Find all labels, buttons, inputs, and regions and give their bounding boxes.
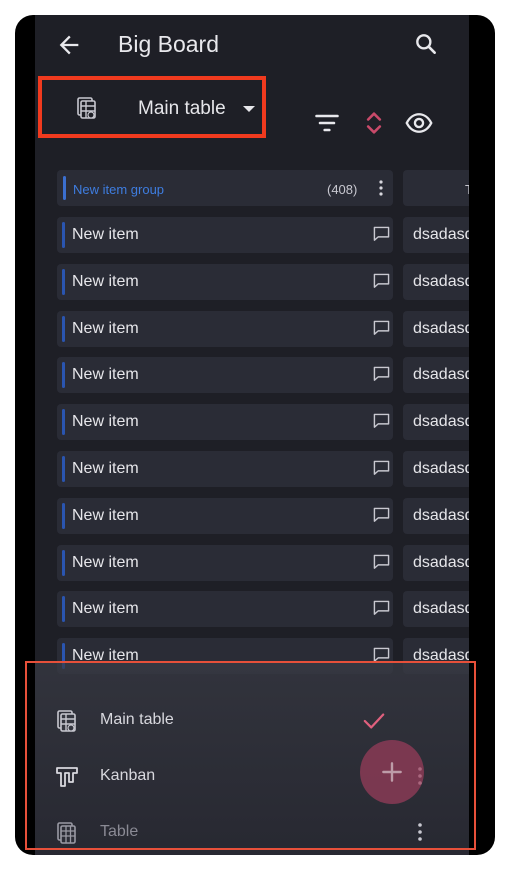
highlight-box-view-sheet xyxy=(25,661,476,850)
comment-icon[interactable] xyxy=(373,320,390,335)
comment-icon[interactable] xyxy=(373,507,390,522)
table-row[interactable]: New item xyxy=(57,217,393,253)
cell-text: dsadasd xyxy=(413,366,469,383)
group-color-bar xyxy=(62,316,65,342)
item-name: New item xyxy=(72,600,139,617)
cell-text: dsadasd xyxy=(413,413,469,430)
table-row[interactable]: New item xyxy=(57,545,393,581)
table-row[interactable]: New item xyxy=(57,451,393,487)
cell-text: dsadasd xyxy=(413,273,469,290)
cell-text: dsadasd xyxy=(413,554,469,571)
item-name: New item xyxy=(72,554,139,571)
sort-icon[interactable] xyxy=(360,109,388,137)
item-name: New item xyxy=(72,226,139,243)
filter-icon[interactable] xyxy=(313,109,341,137)
cell-text: dsadasd xyxy=(413,226,469,243)
back-arrow-icon[interactable] xyxy=(55,31,83,59)
column-header-label: T xyxy=(465,182,469,197)
comment-icon[interactable] xyxy=(373,460,390,475)
group-count: (408) xyxy=(327,182,358,197)
table-cell[interactable]: dsadasd xyxy=(403,545,469,581)
cell-text: dsadasd xyxy=(413,600,469,617)
group-color-bar xyxy=(63,176,66,200)
column-header[interactable]: T xyxy=(403,170,469,206)
table-cell[interactable]: dsadasd xyxy=(403,404,469,440)
board-title: Big Board xyxy=(118,31,220,57)
more-vert-icon[interactable] xyxy=(379,180,383,196)
cell-text: dsadasd xyxy=(413,320,469,337)
group-name: New item group xyxy=(73,182,165,197)
group-color-bar xyxy=(62,550,65,576)
eye-icon[interactable] xyxy=(405,109,433,137)
cell-text: dsadasd xyxy=(413,460,469,477)
group-header[interactable]: New item group (408) xyxy=(57,170,393,206)
item-name: New item xyxy=(72,366,139,383)
comment-icon[interactable] xyxy=(373,600,390,615)
item-name: New item xyxy=(72,507,139,524)
item-name: New item xyxy=(72,413,139,430)
group-color-bar xyxy=(62,409,65,435)
group-color-bar xyxy=(62,596,65,622)
item-name: New item xyxy=(72,460,139,477)
table-cell[interactable]: dsadasd xyxy=(403,311,469,347)
highlight-box-view-selector xyxy=(38,76,266,138)
comment-icon[interactable] xyxy=(373,554,390,569)
comment-icon[interactable] xyxy=(373,273,390,288)
table-row[interactable]: New item xyxy=(57,311,393,347)
table-row[interactable]: New item xyxy=(57,264,393,300)
table-cell[interactable]: dsadasd xyxy=(403,264,469,300)
group-color-bar xyxy=(62,269,65,295)
group-color-bar xyxy=(62,222,65,248)
comment-icon[interactable] xyxy=(373,647,390,662)
table-cell[interactable]: dsadasd xyxy=(403,498,469,534)
group-color-bar xyxy=(62,503,65,529)
comment-icon[interactable] xyxy=(373,226,390,241)
table-cell[interactable]: dsadasd xyxy=(403,451,469,487)
item-name: New item xyxy=(72,320,139,337)
search-icon[interactable] xyxy=(413,31,439,57)
table-row[interactable]: New item xyxy=(57,498,393,534)
table-row[interactable]: New item xyxy=(57,357,393,393)
group-color-bar xyxy=(62,362,65,388)
table-cell[interactable]: dsadasd xyxy=(403,591,469,627)
top-app-bar: Big Board xyxy=(35,15,469,75)
comment-icon[interactable] xyxy=(373,366,390,381)
table-cell[interactable]: dsadasd xyxy=(403,357,469,393)
comment-icon[interactable] xyxy=(373,413,390,428)
item-name: New item xyxy=(72,273,139,290)
table-row[interactable]: New item xyxy=(57,404,393,440)
table-cell[interactable]: dsadasd xyxy=(403,217,469,253)
group-color-bar xyxy=(62,456,65,482)
cell-text: dsadasd xyxy=(413,507,469,524)
table-row[interactable]: New item xyxy=(57,591,393,627)
